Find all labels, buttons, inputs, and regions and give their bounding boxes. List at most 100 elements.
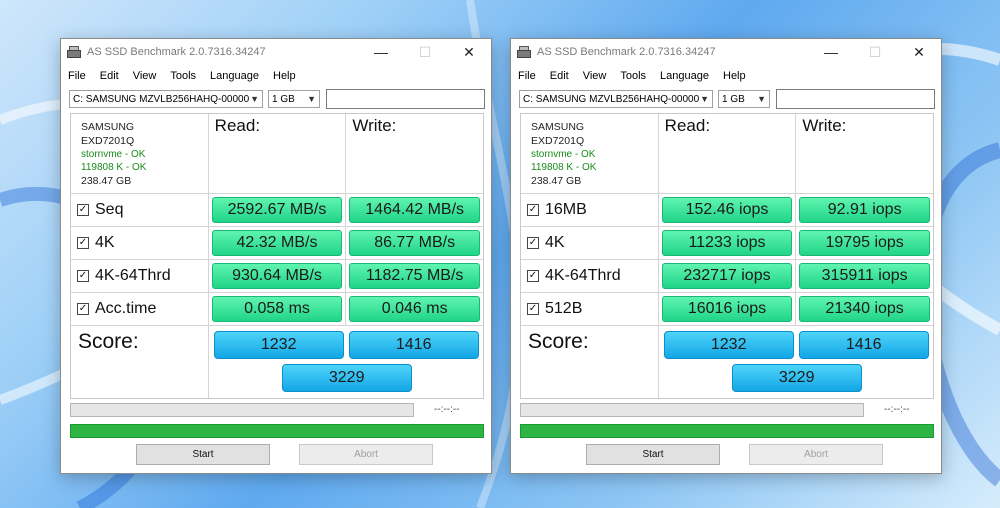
read-result: 930.64 MB/s: [211, 263, 343, 289]
menu-help[interactable]: Help: [273, 70, 296, 82]
menu-bar: File Edit View Tools Language Help: [61, 65, 491, 87]
test-row-16mb: ✓ 16MB 152.46 iops 92.91 iops: [521, 194, 933, 227]
read-header: Read:: [659, 114, 797, 193]
abort-button[interactable]: Abort: [299, 444, 433, 465]
checkbox-checked-icon[interactable]: ✓: [527, 237, 539, 249]
minimize-icon[interactable]: —: [809, 39, 853, 65]
app-drive-icon: [517, 46, 531, 58]
menu-view[interactable]: View: [583, 70, 607, 82]
checkbox-checked-icon[interactable]: ✓: [77, 270, 89, 282]
read-result: 232717 iops: [661, 263, 793, 289]
score-total: 3229: [731, 364, 862, 392]
write-result: 21340 iops: [799, 296, 930, 322]
chevron-down-icon: ▼: [700, 94, 709, 104]
test-row-4k: ✓ 4K 11233 iops 19795 iops: [521, 227, 933, 260]
score-label: Score:: [71, 326, 209, 398]
read-result: 2592.67 MB/s: [211, 197, 343, 223]
menu-tools[interactable]: Tools: [620, 70, 646, 82]
close-icon[interactable]: ✕: [447, 39, 491, 65]
test-label: Seq: [95, 201, 124, 218]
read-header: Read:: [209, 114, 347, 193]
write-result: 92.91 iops: [799, 197, 930, 223]
menu-file[interactable]: File: [518, 70, 536, 82]
drive-info-panel: SAMSUNG EXD7201Q stornvme - OK 119808 K …: [71, 114, 209, 193]
read-result: 11233 iops: [661, 230, 793, 256]
score-read: 1232: [213, 331, 344, 359]
maximize-icon[interactable]: ☐: [853, 39, 897, 65]
test-row-4k: ✓ 4K 42.32 MB/s 86.77 MB/s: [71, 227, 483, 260]
overall-progress-fill: [521, 425, 933, 437]
drive-select[interactable]: C: SAMSUNG MZVLB256HAHQ-00000 ▼: [69, 90, 263, 108]
close-icon[interactable]: ✕: [897, 39, 941, 65]
driver-status: stornvme - OK: [531, 149, 596, 160]
test-label: 4K-64Thrd: [545, 267, 621, 284]
overall-progress-bar: [70, 424, 484, 438]
minimize-icon[interactable]: —: [359, 39, 403, 65]
drive-vendor: SAMSUNG: [81, 121, 135, 133]
start-button[interactable]: Start: [136, 444, 270, 465]
drive-select-value: C: SAMSUNG MZVLB256HAHQ-00000: [73, 93, 250, 105]
size-select-value: 1 GB: [272, 93, 295, 105]
checkbox-checked-icon[interactable]: ✓: [527, 204, 539, 216]
test-progress-bar: [520, 403, 864, 417]
menu-view[interactable]: View: [133, 70, 157, 82]
menu-bar: File Edit View Tools Language Help: [511, 65, 941, 87]
test-label: 16MB: [545, 201, 587, 218]
results-grid: SAMSUNG EXD7201Q stornvme - OK 119808 K …: [520, 113, 934, 399]
write-header: Write:: [802, 116, 847, 135]
abort-button[interactable]: Abort: [749, 444, 883, 465]
overall-progress-bar: [520, 424, 934, 438]
score-write: 1416: [348, 331, 479, 359]
title-bar[interactable]: AS SSD Benchmark 2.0.7316.34247 — ☐ ✕: [511, 39, 941, 65]
write-result: 1182.75 MB/s: [349, 263, 480, 289]
window-title: AS SSD Benchmark 2.0.7316.34247: [87, 46, 266, 58]
test-label: 4K: [545, 234, 565, 251]
drive-capacity: 238.47 GB: [531, 175, 582, 187]
checkbox-checked-icon[interactable]: ✓: [77, 237, 89, 249]
score-read: 1232: [663, 331, 794, 359]
elapsed-timer: --:--:--: [884, 404, 910, 415]
size-select[interactable]: 1 GB ▼: [718, 90, 770, 108]
read-result: 152.46 iops: [661, 197, 793, 223]
menu-edit[interactable]: Edit: [100, 70, 119, 82]
toolbar: C: SAMSUNG MZVLB256HAHQ-00000 ▼ 1 GB ▼: [511, 87, 941, 111]
score-write: 1416: [798, 331, 929, 359]
app-drive-icon: [67, 46, 81, 58]
checkbox-checked-icon[interactable]: ✓: [527, 303, 539, 315]
test-label: 512B: [545, 300, 583, 317]
name-input[interactable]: [776, 89, 935, 109]
drive-select-value: C: SAMSUNG MZVLB256HAHQ-00000: [523, 93, 700, 105]
drive-select[interactable]: C: SAMSUNG MZVLB256HAHQ-00000 ▼: [519, 90, 713, 108]
drive-firmware: EXD7201Q: [531, 135, 585, 147]
alignment-status: 119808 K - OK: [531, 162, 597, 173]
write-result: 1464.42 MB/s: [349, 197, 480, 223]
menu-language[interactable]: Language: [210, 70, 259, 82]
menu-file[interactable]: File: [68, 70, 86, 82]
drive-vendor: SAMSUNG: [531, 121, 585, 133]
score-row: Score: 1232 1416 3229: [71, 326, 483, 398]
chevron-down-icon: ▼: [757, 94, 766, 104]
checkbox-checked-icon[interactable]: ✓: [77, 204, 89, 216]
alignment-status: 119808 K - OK: [81, 162, 147, 173]
test-label: 4K-64Thrd: [95, 267, 171, 284]
start-button[interactable]: Start: [586, 444, 720, 465]
write-result: 86.77 MB/s: [349, 230, 480, 256]
read-result: 0.058 ms: [211, 296, 343, 322]
name-input[interactable]: [326, 89, 485, 109]
menu-language[interactable]: Language: [660, 70, 709, 82]
menu-tools[interactable]: Tools: [170, 70, 196, 82]
title-bar[interactable]: AS SSD Benchmark 2.0.7316.34247 — ☐ ✕: [61, 39, 491, 65]
menu-help[interactable]: Help: [723, 70, 746, 82]
menu-edit[interactable]: Edit: [550, 70, 569, 82]
as-ssd-window-throughput: AS SSD Benchmark 2.0.7316.34247 — ☐ ✕ Fi…: [60, 38, 492, 474]
maximize-icon[interactable]: ☐: [403, 39, 447, 65]
test-row-4k-64thrd: ✓ 4K-64Thrd 232717 iops 315911 iops: [521, 260, 933, 293]
checkbox-checked-icon[interactable]: ✓: [77, 303, 89, 315]
drive-firmware: EXD7201Q: [81, 135, 135, 147]
score-row: Score: 1232 1416 3229: [521, 326, 933, 398]
write-result: 0.046 ms: [349, 296, 480, 322]
size-select[interactable]: 1 GB ▼: [268, 90, 320, 108]
window-title: AS SSD Benchmark 2.0.7316.34247: [537, 46, 716, 58]
drive-info-panel: SAMSUNG EXD7201Q stornvme - OK 119808 K …: [521, 114, 659, 193]
checkbox-checked-icon[interactable]: ✓: [527, 270, 539, 282]
